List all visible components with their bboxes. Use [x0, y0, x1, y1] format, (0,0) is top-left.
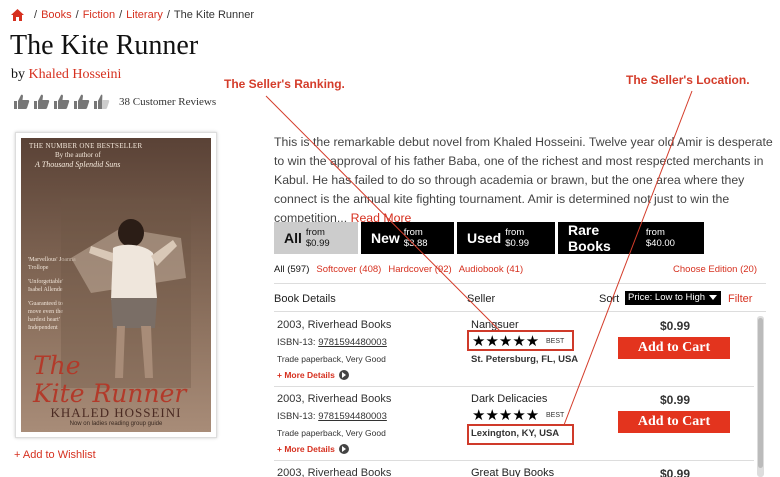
isbn-link[interactable]: 9781594480003 [318, 411, 387, 422]
breadcrumb: / Books / Fiction / Literary / The Kite … [11, 9, 254, 21]
price: $0.99 [660, 319, 691, 333]
isbn-label: ISBN-13: [277, 337, 316, 348]
tab-price: from $0.99 [505, 227, 530, 249]
more-details-link[interactable]: + More Details [277, 370, 349, 380]
add-to-wishlist-link[interactable]: + Add to Wishlist [14, 449, 96, 461]
more-details-link[interactable]: + More Details [277, 444, 349, 454]
cover-tagline: A Thousand Splendid Suns [35, 160, 121, 169]
review-count[interactable]: 38 Customer Reviews [119, 96, 216, 108]
divider [274, 386, 754, 387]
annotation-location: The Seller's Location. [626, 73, 750, 87]
cover-tagline: THE NUMBER ONE BESTSELLER [29, 142, 143, 150]
condition-tabs: All from $0.99 New from $3.88 Used from … [274, 222, 707, 254]
divider [274, 311, 766, 312]
rating: 38 Customer Reviews [13, 93, 216, 110]
condition: Trade paperback, Very Good [277, 428, 386, 438]
format-filters: All (597) Softcover (408) Hardcover (92)… [274, 264, 764, 275]
choose-edition-link[interactable]: Choose Edition (20) [673, 264, 757, 275]
tab-used[interactable]: Used from $0.99 [457, 222, 555, 254]
more-details-label: + More Details [277, 444, 335, 454]
publisher: 2003, Riverhead Books [277, 467, 392, 477]
thumbs-up-icon [14, 94, 30, 109]
tab-label: New [371, 230, 400, 246]
isbn-link[interactable]: 9781594480003 [318, 337, 387, 348]
seller-name[interactable]: Great Buy Books [471, 467, 554, 477]
format-all[interactable]: All (597) [274, 264, 309, 275]
format-audiobook[interactable]: Audiobook (41) [459, 264, 523, 275]
annotation-ranking: The Seller's Ranking. [224, 77, 345, 91]
cover-script-title: The Kite Runner [33, 352, 186, 408]
breadcrumb-literary[interactable]: Literary [126, 9, 163, 21]
breadcrumb-current: The Kite Runner [173, 9, 255, 21]
column-header-details: Book Details [274, 293, 336, 305]
tab-label: All [284, 230, 302, 246]
breadcrumb-separator: / [119, 9, 123, 21]
tab-label: Rare Books [568, 222, 611, 254]
breadcrumb-separator: / [166, 9, 170, 21]
breadcrumb-separator: / [34, 9, 38, 21]
tab-label: Used [467, 230, 502, 246]
tab-new[interactable]: New from $3.88 [361, 222, 454, 254]
best-badge: BEST [546, 412, 565, 419]
breadcrumb-books[interactable]: Books [41, 9, 72, 21]
seller-location: St. Petersburg, FL, USA [471, 354, 579, 365]
divider [274, 460, 754, 461]
byline: by Khaled Hosseini [11, 67, 121, 83]
format-hardcover[interactable]: Hardcover (92) [388, 264, 451, 275]
sort-label: Sort [599, 293, 620, 305]
tab-all[interactable]: All from $0.99 [274, 222, 358, 254]
thumbs-up-icon [54, 94, 70, 109]
half-thumbs-up-icon [94, 94, 110, 109]
format-softcover[interactable]: Softcover (408) [316, 264, 381, 275]
chevron-down-icon [709, 295, 717, 300]
tab-rare-books[interactable]: Rare Books from $40.00 [558, 222, 704, 254]
publisher: 2003, Riverhead Books [277, 393, 392, 405]
isbn-label: ISBN-13: [277, 411, 316, 422]
breadcrumb-separator: / [75, 9, 79, 21]
table-row: 2003, Riverhead Books Great Buy Books $0… [274, 463, 754, 477]
tab-price: from $3.88 [403, 227, 428, 249]
cover-author: KHALED HOSSEINI [50, 405, 182, 420]
seller-name[interactable]: Dark Delicacies [471, 393, 547, 405]
thumbs-up-icon [34, 94, 50, 109]
location-highlight-box [467, 424, 574, 445]
table-row: 2003, Riverhead Books ISBN-13: 978159448… [274, 315, 754, 389]
page-title: The Kite Runner [10, 30, 199, 61]
seller-rating-stars: ★★★★★ [472, 407, 540, 424]
sort-select[interactable]: Price: Low to High [625, 291, 721, 305]
publisher: 2003, Riverhead Books [277, 319, 392, 331]
scrollbar[interactable] [757, 316, 764, 477]
cover-tagline: By the author of [55, 151, 101, 159]
thumbs-up-icon [74, 94, 90, 109]
scrollbar-thumb[interactable] [758, 318, 763, 468]
filter-link[interactable]: Filter [728, 293, 752, 305]
book-description: This is the remarkable debut novel from … [274, 133, 774, 228]
description-text: This is the remarkable debut novel from … [274, 135, 773, 225]
ranking-highlight-box [467, 330, 574, 351]
isbn: ISBN-13: 9781594480003 [277, 337, 387, 348]
author-link[interactable]: Khaled Hosseini [29, 67, 122, 82]
breadcrumb-fiction[interactable]: Fiction [83, 9, 115, 21]
divider [274, 283, 766, 284]
cover-note: Now on ladies reading group guide [69, 421, 163, 427]
by-label: by [11, 67, 25, 82]
book-cover[interactable]: THE NUMBER ONE BESTSELLER By the author … [21, 138, 211, 432]
more-details-label: + More Details [277, 370, 335, 380]
play-circle-icon [338, 370, 349, 380]
condition: Trade paperback, Very Good [277, 354, 386, 364]
price: $0.99 [660, 393, 691, 407]
play-circle-icon [338, 444, 349, 454]
isbn: ISBN-13: 9781594480003 [277, 411, 387, 422]
tab-price: from $40.00 [645, 227, 675, 249]
cover-script-line: Kite Runner [33, 379, 187, 408]
home-icon[interactable] [11, 9, 24, 21]
price: $0.99 [660, 467, 691, 477]
add-to-cart-button[interactable]: Add to Cart [618, 337, 730, 359]
column-header-seller: Seller [467, 293, 496, 305]
add-to-cart-button[interactable]: Add to Cart [618, 411, 730, 433]
tab-price: from $0.99 [305, 227, 330, 249]
sort-value: Price: Low to High [628, 292, 706, 303]
cover-script-line: The [33, 351, 81, 380]
